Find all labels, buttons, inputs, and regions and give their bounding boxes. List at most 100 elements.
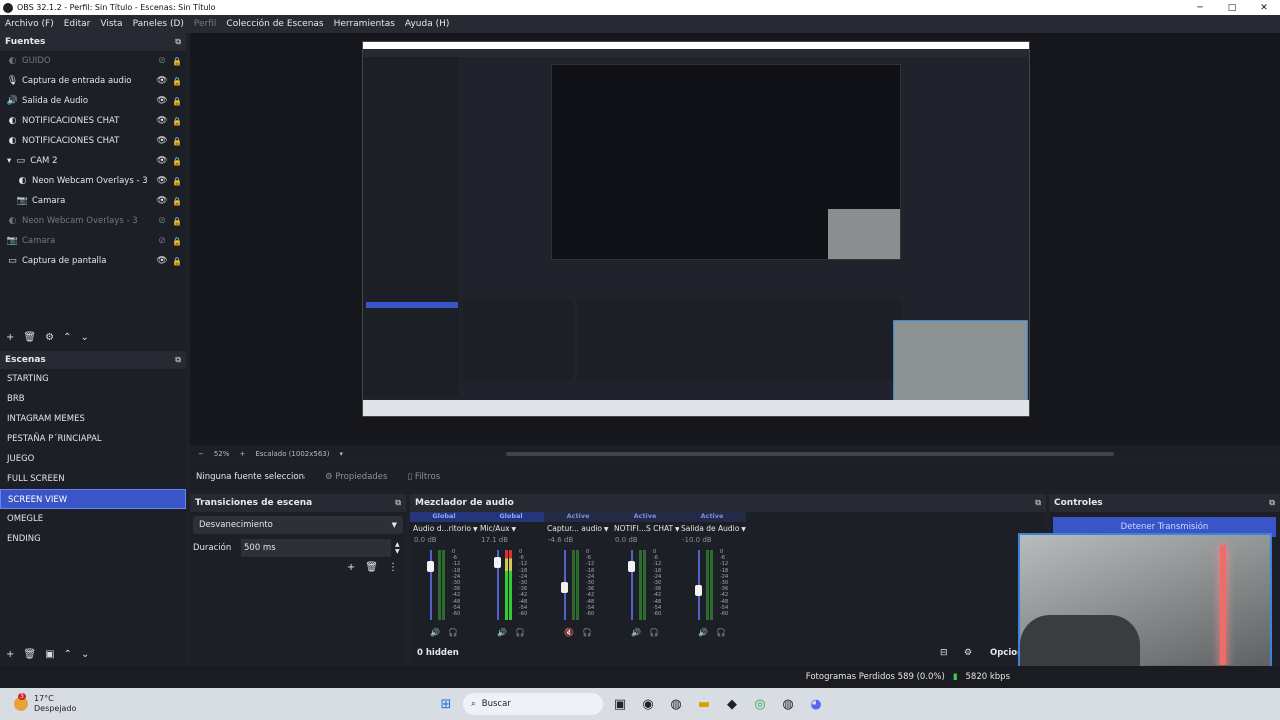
menu-vista[interactable]: Vista <box>95 19 127 29</box>
menu-coleccion-escenas[interactable]: Colección de Escenas <box>221 19 328 29</box>
menu-editar[interactable]: Editar <box>59 19 96 29</box>
eye-icon[interactable]: 👁 <box>156 136 168 146</box>
scene-item[interactable]: PESTAÑA P´RINCIAPAL <box>0 429 186 449</box>
lock-icon[interactable]: 🔒 <box>168 197 186 206</box>
lock-icon[interactable]: 🔒 <box>168 257 186 266</box>
monitor-icon[interactable]: 🎧 <box>582 628 592 637</box>
app-icon[interactable]: ◆ <box>721 693 743 715</box>
move-up-button[interactable]: ⌃ <box>64 649 72 660</box>
volume-knob[interactable] <box>494 557 501 568</box>
lock-icon[interactable]: 🔒 <box>168 137 186 146</box>
source-item[interactable]: 📷 Camara ⊘ 🔒 <box>0 231 186 251</box>
discord-icon[interactable]: ◕ <box>805 693 827 715</box>
windows-start-icon[interactable]: ⊞ <box>435 693 457 715</box>
move-up-button[interactable]: ⌃ <box>63 332 71 343</box>
scale-dropdown-icon[interactable]: ▾ <box>340 450 344 458</box>
zoom-out-button[interactable]: − <box>198 450 204 458</box>
duration-stepper[interactable]: ▲ ▼ <box>395 541 400 555</box>
eye-icon[interactable]: 👁 <box>156 176 168 186</box>
preview-scrollbar[interactable] <box>506 452 1114 456</box>
transition-menu-button[interactable]: ⋮ <box>388 562 398 573</box>
volume-knob[interactable] <box>695 585 702 596</box>
scene-item[interactable]: SCREEN VIEW <box>0 489 186 509</box>
task-view-icon[interactable]: ▣ <box>609 693 631 715</box>
eye-icon[interactable]: 👁 <box>156 256 168 266</box>
scene-item[interactable]: JUEGO <box>0 449 186 469</box>
scene-item[interactable]: STARTING <box>0 369 186 389</box>
lock-icon[interactable]: 🔒 <box>168 157 186 166</box>
chevron-down-icon[interactable]: ▼ <box>602 526 609 533</box>
add-scene-button[interactable]: + <box>6 649 14 660</box>
undock-icon[interactable]: ⧉ <box>1269 498 1275 508</box>
monitor-icon[interactable]: 🎧 <box>716 628 726 637</box>
add-source-button[interactable]: + <box>6 332 14 343</box>
mixer-layout-button[interactable]: ⊟ <box>940 648 948 658</box>
menu-archivo[interactable]: Archivo (F) <box>0 19 59 29</box>
speaker-icon[interactable]: 🔊 <box>430 628 440 637</box>
volume-knob[interactable] <box>628 560 635 572</box>
add-transition-button[interactable]: + <box>347 562 355 573</box>
channel-name[interactable]: Salida de Audio ▼ <box>678 522 746 536</box>
steam-alt-icon[interactable]: ◍ <box>777 693 799 715</box>
remove-transition-button[interactable]: 🗑 <box>365 562 378 573</box>
source-item[interactable]: ◐ NOTIFICACIONES CHAT 👁 🔒 <box>0 111 186 131</box>
speaker-icon[interactable]: 🔊 <box>631 628 641 637</box>
eye-icon[interactable]: 👁 <box>156 96 168 106</box>
source-settings-button[interactable]: ⚙ <box>45 332 54 343</box>
eye-hidden-icon[interactable]: ⊘ <box>156 216 168 226</box>
undock-icon[interactable]: ⧉ <box>175 37 181 47</box>
source-item[interactable]: 🔊 Salida de Audio 👁 🔒 <box>0 91 186 111</box>
scene-item[interactable]: FULL SCREEN <box>0 469 186 489</box>
eye-icon[interactable]: 👁 <box>156 196 168 206</box>
chevron-down-icon[interactable]: ▼ <box>510 526 516 533</box>
eye-icon[interactable]: 👁 <box>156 156 168 166</box>
remove-scene-button[interactable]: 🗑 <box>23 649 36 660</box>
minimize-button[interactable]: ─ <box>1184 3 1216 13</box>
eye-icon[interactable]: 👁 <box>156 116 168 126</box>
source-item[interactable]: ◐ Neon Webcam Overlays - 3 ⊘ 🔒 <box>0 211 186 231</box>
lock-icon[interactable]: 🔒 <box>168 97 186 106</box>
channel-name[interactable]: Audio d...ritorio ▼ <box>410 522 478 536</box>
duration-field[interactable]: 500 ms <box>241 539 391 557</box>
scene-item[interactable]: BRB <box>0 389 186 409</box>
scene-item[interactable]: INTAGRAM MEMES <box>0 409 186 429</box>
muted-icon[interactable]: 🔇 <box>564 628 574 637</box>
source-item[interactable]: ▾ ▭ CAM 2 👁 🔒 <box>0 151 186 171</box>
chevron-down-icon[interactable]: ▼ <box>739 526 746 533</box>
source-item[interactable]: ▭ Captura de pantalla 👁 🔒 <box>0 251 186 271</box>
scene-item[interactable]: ENDING <box>0 529 186 549</box>
speaker-icon[interactable]: 🔊 <box>698 628 708 637</box>
lock-icon[interactable]: 🔒 <box>168 217 186 226</box>
menu-herramientas[interactable]: Herramientas <box>329 19 400 29</box>
source-item[interactable]: 🎙 Captura de entrada audio 👁 🔒 <box>0 71 186 91</box>
eye-icon[interactable]: 👁 <box>156 76 168 86</box>
monitor-icon[interactable]: 🎧 <box>649 628 659 637</box>
mixer-settings-icon[interactable]: ⚙ <box>964 648 972 658</box>
undock-icon[interactable]: ⧉ <box>395 498 401 508</box>
scene-filter-button[interactable]: ▣ <box>45 649 54 660</box>
eye-hidden-icon[interactable]: ⊘ <box>156 56 168 66</box>
source-item[interactable]: ◐ NOTIFICACIONES CHAT 👁 🔒 <box>0 131 186 151</box>
monitor-icon[interactable]: 🎧 <box>448 628 458 637</box>
transition-select[interactable]: Desvanecimiento ▼ <box>193 516 403 534</box>
scene-item[interactable]: OMEGLE <box>0 509 186 529</box>
close-button[interactable]: ✕ <box>1248 3 1280 13</box>
volume-knob[interactable] <box>427 560 434 572</box>
source-item[interactable]: ◐ Neon Webcam Overlays - 3 👁 🔒 <box>0 171 186 191</box>
undock-icon[interactable]: ⧉ <box>175 355 181 365</box>
channel-name[interactable]: NOTIFI...S CHAT ▼ <box>611 522 679 536</box>
monitor-icon[interactable]: 🎧 <box>515 628 525 637</box>
channel-name[interactable]: Captur... audio ▼ <box>544 522 612 536</box>
maximize-button[interactable]: □ <box>1216 3 1248 13</box>
taskbar-search[interactable]: ⌕ Buscar <box>463 693 603 715</box>
source-item[interactable]: ◐ GUIDO ⊘ 🔒 <box>0 51 186 71</box>
menu-perfil[interactable]: Perfil <box>189 19 222 29</box>
eye-hidden-icon[interactable]: ⊘ <box>156 236 168 246</box>
filters-button[interactable]: ▯ Filtros <box>407 472 440 482</box>
obs-taskbar-icon[interactable]: ◉ <box>637 693 659 715</box>
lock-icon[interactable]: 🔒 <box>168 77 186 86</box>
steam-icon[interactable]: ◍ <box>665 693 687 715</box>
zoom-in-button[interactable]: + <box>239 450 245 458</box>
chrome-icon[interactable]: ◎ <box>749 693 771 715</box>
lock-icon[interactable]: 🔒 <box>168 117 186 126</box>
